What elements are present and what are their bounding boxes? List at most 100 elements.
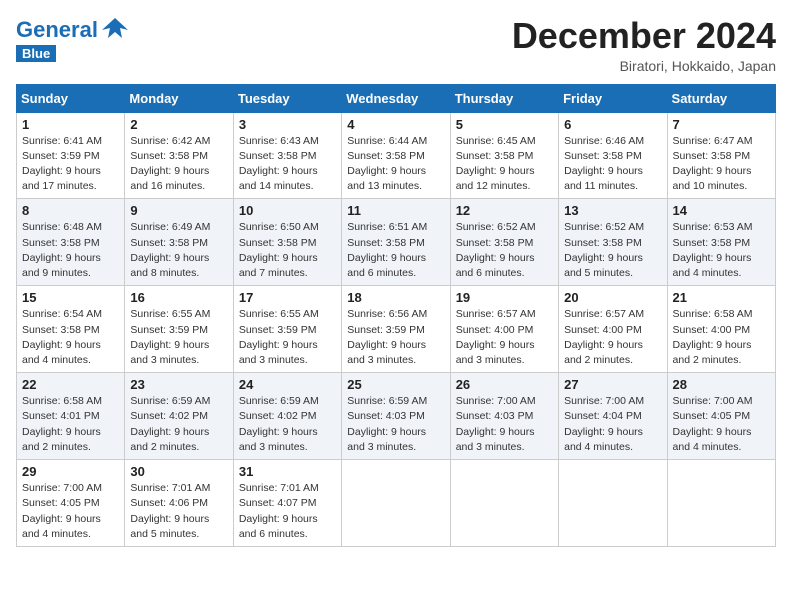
calendar-header-row: SundayMondayTuesdayWednesdayThursdayFrid… [17,84,776,112]
calendar-cell: 29 Sunrise: 7:00 AM Sunset: 4:05 PM Dayl… [17,460,125,547]
day-number: 21 [673,290,770,305]
calendar-cell: 26 Sunrise: 7:00 AM Sunset: 4:03 PM Dayl… [450,373,558,460]
day-info: Sunrise: 6:43 AM Sunset: 3:58 PM Dayligh… [239,134,336,195]
day-info: Sunrise: 6:56 AM Sunset: 3:59 PM Dayligh… [347,307,444,368]
calendar-table: SundayMondayTuesdayWednesdayThursdayFrid… [16,84,776,547]
day-info: Sunrise: 6:58 AM Sunset: 4:01 PM Dayligh… [22,394,119,455]
day-number: 18 [347,290,444,305]
day-number: 11 [347,203,444,218]
calendar-header-sunday: Sunday [17,84,125,112]
day-number: 19 [456,290,553,305]
calendar-week-1: 1 Sunrise: 6:41 AM Sunset: 3:59 PM Dayli… [17,112,776,199]
day-number: 1 [22,117,119,132]
day-info: Sunrise: 7:00 AM Sunset: 4:05 PM Dayligh… [22,481,119,542]
calendar-cell: 17 Sunrise: 6:55 AM Sunset: 3:59 PM Dayl… [233,286,341,373]
day-info: Sunrise: 6:54 AM Sunset: 3:58 PM Dayligh… [22,307,119,368]
calendar-cell [667,460,775,547]
day-number: 27 [564,377,661,392]
day-info: Sunrise: 6:51 AM Sunset: 3:58 PM Dayligh… [347,220,444,281]
day-number: 5 [456,117,553,132]
calendar-week-2: 8 Sunrise: 6:48 AM Sunset: 3:58 PM Dayli… [17,199,776,286]
day-info: Sunrise: 6:59 AM Sunset: 4:03 PM Dayligh… [347,394,444,455]
calendar-cell: 2 Sunrise: 6:42 AM Sunset: 3:58 PM Dayli… [125,112,233,199]
calendar-cell: 27 Sunrise: 7:00 AM Sunset: 4:04 PM Dayl… [559,373,667,460]
day-info: Sunrise: 6:53 AM Sunset: 3:58 PM Dayligh… [673,220,770,281]
calendar-cell [450,460,558,547]
day-number: 20 [564,290,661,305]
day-info: Sunrise: 6:48 AM Sunset: 3:58 PM Dayligh… [22,220,119,281]
day-number: 16 [130,290,227,305]
day-info: Sunrise: 6:50 AM Sunset: 3:58 PM Dayligh… [239,220,336,281]
calendar-cell: 30 Sunrise: 7:01 AM Sunset: 4:06 PM Dayl… [125,460,233,547]
day-info: Sunrise: 7:01 AM Sunset: 4:06 PM Dayligh… [130,481,227,542]
calendar-header-thursday: Thursday [450,84,558,112]
day-info: Sunrise: 6:55 AM Sunset: 3:59 PM Dayligh… [239,307,336,368]
calendar-header-saturday: Saturday [667,84,775,112]
calendar-cell: 18 Sunrise: 6:56 AM Sunset: 3:59 PM Dayl… [342,286,450,373]
day-info: Sunrise: 6:52 AM Sunset: 3:58 PM Dayligh… [456,220,553,281]
calendar-cell: 6 Sunrise: 6:46 AM Sunset: 3:58 PM Dayli… [559,112,667,199]
day-info: Sunrise: 6:58 AM Sunset: 4:00 PM Dayligh… [673,307,770,368]
day-info: Sunrise: 7:01 AM Sunset: 4:07 PM Dayligh… [239,481,336,542]
calendar-cell: 1 Sunrise: 6:41 AM Sunset: 3:59 PM Dayli… [17,112,125,199]
calendar-week-4: 22 Sunrise: 6:58 AM Sunset: 4:01 PM Dayl… [17,373,776,460]
calendar-cell [559,460,667,547]
day-number: 12 [456,203,553,218]
day-number: 22 [22,377,119,392]
calendar-cell: 28 Sunrise: 7:00 AM Sunset: 4:05 PM Dayl… [667,373,775,460]
day-info: Sunrise: 6:59 AM Sunset: 4:02 PM Dayligh… [130,394,227,455]
calendar-cell: 25 Sunrise: 6:59 AM Sunset: 4:03 PM Dayl… [342,373,450,460]
day-number: 17 [239,290,336,305]
calendar-cell: 23 Sunrise: 6:59 AM Sunset: 4:02 PM Dayl… [125,373,233,460]
title-block: December 2024 Biratori, Hokkaido, Japan [512,16,776,74]
day-number: 7 [673,117,770,132]
calendar-cell: 15 Sunrise: 6:54 AM Sunset: 3:58 PM Dayl… [17,286,125,373]
calendar-cell: 3 Sunrise: 6:43 AM Sunset: 3:58 PM Dayli… [233,112,341,199]
day-info: Sunrise: 6:42 AM Sunset: 3:58 PM Dayligh… [130,134,227,195]
day-info: Sunrise: 6:57 AM Sunset: 4:00 PM Dayligh… [564,307,661,368]
calendar-cell: 13 Sunrise: 6:52 AM Sunset: 3:58 PM Dayl… [559,199,667,286]
calendar-header-tuesday: Tuesday [233,84,341,112]
calendar-cell: 11 Sunrise: 6:51 AM Sunset: 3:58 PM Dayl… [342,199,450,286]
day-info: Sunrise: 6:46 AM Sunset: 3:58 PM Dayligh… [564,134,661,195]
day-number: 3 [239,117,336,132]
day-number: 15 [22,290,119,305]
day-number: 13 [564,203,661,218]
day-number: 25 [347,377,444,392]
day-number: 31 [239,464,336,479]
calendar-cell [342,460,450,547]
calendar-cell: 12 Sunrise: 6:52 AM Sunset: 3:58 PM Dayl… [450,199,558,286]
day-info: Sunrise: 6:57 AM Sunset: 4:00 PM Dayligh… [456,307,553,368]
day-number: 10 [239,203,336,218]
calendar-cell: 8 Sunrise: 6:48 AM Sunset: 3:58 PM Dayli… [17,199,125,286]
calendar-cell: 16 Sunrise: 6:55 AM Sunset: 3:59 PM Dayl… [125,286,233,373]
day-number: 14 [673,203,770,218]
day-info: Sunrise: 7:00 AM Sunset: 4:05 PM Dayligh… [673,394,770,455]
day-number: 4 [347,117,444,132]
calendar-header-monday: Monday [125,84,233,112]
day-info: Sunrise: 6:59 AM Sunset: 4:02 PM Dayligh… [239,394,336,455]
calendar-cell: 10 Sunrise: 6:50 AM Sunset: 3:58 PM Dayl… [233,199,341,286]
day-number: 26 [456,377,553,392]
day-number: 8 [22,203,119,218]
day-info: Sunrise: 7:00 AM Sunset: 4:03 PM Dayligh… [456,394,553,455]
calendar-cell: 7 Sunrise: 6:47 AM Sunset: 3:58 PM Dayli… [667,112,775,199]
calendar-header-friday: Friday [559,84,667,112]
day-number: 23 [130,377,227,392]
page-header: General Blue December 2024 Biratori, Hok… [16,16,776,74]
day-number: 9 [130,203,227,218]
day-number: 28 [673,377,770,392]
logo-bird-icon [100,16,130,44]
day-number: 29 [22,464,119,479]
calendar-cell: 9 Sunrise: 6:49 AM Sunset: 3:58 PM Dayli… [125,199,233,286]
logo-general: General [16,19,98,41]
day-info: Sunrise: 7:00 AM Sunset: 4:04 PM Dayligh… [564,394,661,455]
calendar-body: 1 Sunrise: 6:41 AM Sunset: 3:59 PM Dayli… [17,112,776,546]
calendar-cell: 24 Sunrise: 6:59 AM Sunset: 4:02 PM Dayl… [233,373,341,460]
day-info: Sunrise: 6:49 AM Sunset: 3:58 PM Dayligh… [130,220,227,281]
day-info: Sunrise: 6:52 AM Sunset: 3:58 PM Dayligh… [564,220,661,281]
logo: General Blue [16,16,130,63]
calendar-cell: 21 Sunrise: 6:58 AM Sunset: 4:00 PM Dayl… [667,286,775,373]
day-info: Sunrise: 6:47 AM Sunset: 3:58 PM Dayligh… [673,134,770,195]
calendar-cell: 31 Sunrise: 7:01 AM Sunset: 4:07 PM Dayl… [233,460,341,547]
